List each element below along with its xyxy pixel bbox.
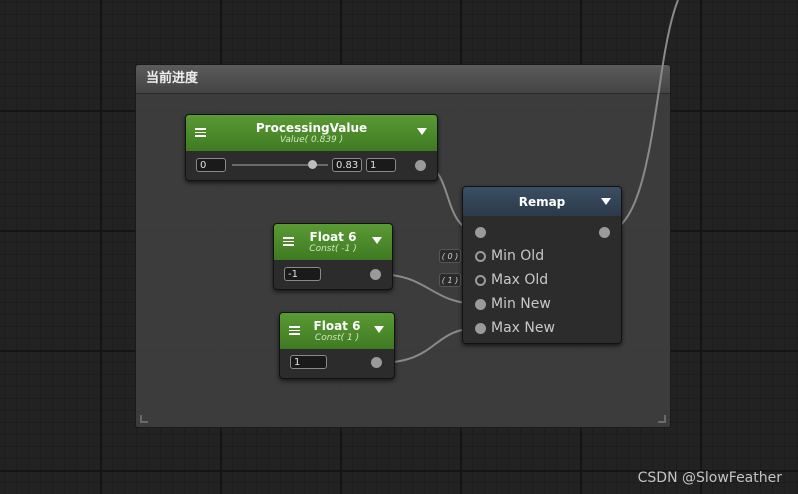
group-resize-corner-left[interactable]: [140, 415, 148, 423]
group-title[interactable]: 当前进度: [136, 65, 670, 94]
float-const-node-a[interactable]: Float 6 Const( -1 ) -1: [273, 223, 393, 290]
group-resize-corner-right[interactable]: [658, 415, 666, 423]
output-port[interactable]: [415, 160, 426, 171]
max-new-label: Max New: [491, 320, 555, 336]
remap-node[interactable]: Remap Min Old Max Old Min New Max New: [462, 186, 622, 344]
chevron-down-icon[interactable]: [374, 326, 384, 333]
output-port[interactable]: [370, 269, 381, 280]
float-node-a-header[interactable]: Float 6 Const( -1 ): [274, 224, 392, 260]
chevron-down-icon[interactable]: [372, 237, 382, 244]
current-value-field[interactable]: 0.83: [332, 158, 362, 172]
node-title: ProcessingValue: [255, 121, 368, 135]
processing-value-node[interactable]: ProcessingValue Value( 0.839 ) 0 0.83 1: [185, 114, 438, 181]
max-new-port[interactable]: [475, 323, 486, 334]
max-old-port[interactable]: [475, 275, 486, 286]
hamburger-menu-icon[interactable]: [195, 128, 206, 137]
remap-node-header[interactable]: Remap: [463, 187, 621, 216]
const-value-field[interactable]: 1: [290, 355, 327, 369]
chevron-down-icon[interactable]: [601, 198, 611, 205]
input-port[interactable]: [475, 227, 486, 238]
const-value-field[interactable]: -1: [284, 267, 321, 281]
min-old-port[interactable]: [475, 251, 486, 262]
min-value-field[interactable]: 0: [196, 158, 226, 172]
min-new-port[interactable]: [475, 299, 486, 310]
float-const-node-b[interactable]: Float 6 Const( 1 ) 1: [279, 312, 395, 379]
float-node-b-header[interactable]: Float 6 Const( 1 ): [280, 313, 394, 349]
max-value-field[interactable]: 1: [366, 158, 396, 172]
node-title: Remap: [518, 195, 566, 209]
output-port[interactable]: [371, 357, 382, 368]
watermark: CSDN @SlowFeather: [637, 470, 782, 486]
hamburger-menu-icon[interactable]: [289, 326, 300, 335]
node-subtitle: Value( 0.839 ): [279, 135, 344, 145]
max-old-label: Max Old: [491, 272, 549, 288]
processing-value-node-header[interactable]: ProcessingValue Value( 0.839 ): [186, 115, 437, 151]
min-new-label: Min New: [491, 296, 551, 312]
min-old-label: Min Old: [491, 248, 545, 264]
hamburger-menu-icon[interactable]: [283, 237, 294, 246]
chevron-down-icon[interactable]: [417, 128, 427, 135]
value-slider-handle[interactable]: [308, 160, 318, 169]
output-port[interactable]: [599, 227, 610, 238]
min-old-default-value[interactable]: ( 0 ): [439, 249, 461, 263]
max-old-default-value[interactable]: ( 1 ): [439, 273, 461, 287]
